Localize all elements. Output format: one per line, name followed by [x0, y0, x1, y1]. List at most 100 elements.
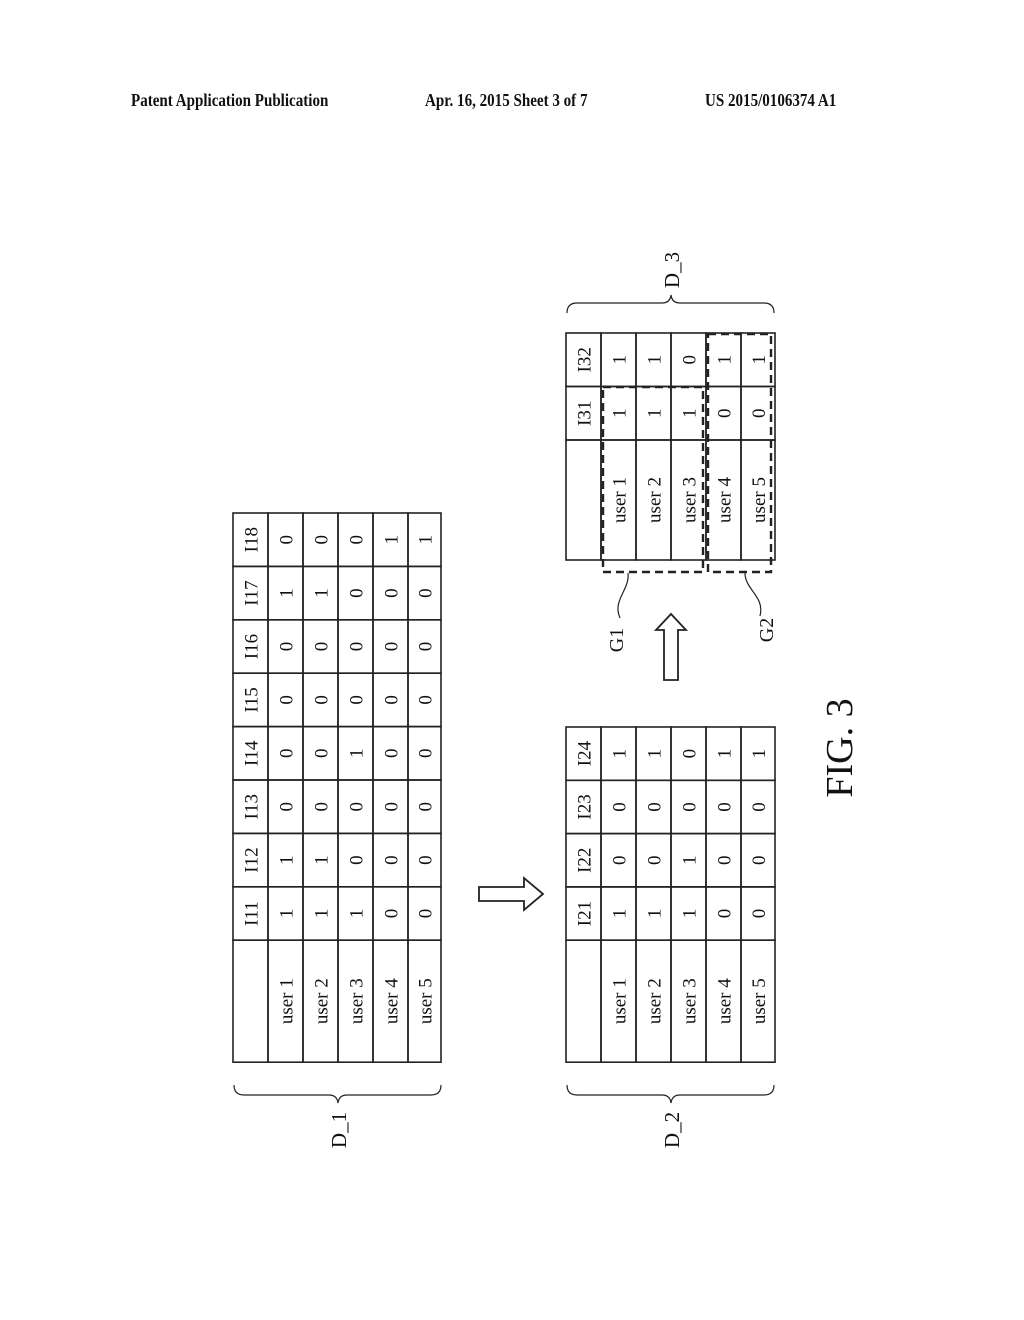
group-g2-label: G2: [756, 618, 778, 642]
cell-value: 0: [749, 909, 770, 919]
cell-value: 1: [645, 749, 666, 759]
row-header: user 2: [645, 477, 666, 523]
cell-value: 0: [277, 535, 298, 545]
cell-value: 1: [277, 588, 298, 598]
cell-value: 0: [347, 588, 368, 598]
brace-d2: [566, 1084, 775, 1104]
cell-value: 1: [645, 409, 666, 419]
cell-value: 0: [312, 749, 333, 759]
row-header: user 3: [347, 978, 368, 1024]
group-g2-box: [706, 332, 773, 574]
cell-value: 1: [610, 409, 631, 419]
cell-value: 0: [610, 802, 631, 812]
column-header: I18: [242, 527, 263, 552]
cell-value: 1: [749, 355, 770, 365]
row-header: user 2: [312, 978, 333, 1024]
row-header: user 4: [715, 477, 736, 523]
cell-value: 0: [749, 802, 770, 812]
cell-value: 0: [715, 856, 736, 866]
cell-value: 0: [749, 856, 770, 866]
column-header: I14: [242, 740, 263, 766]
row-header: user 1: [610, 477, 631, 523]
column-header: I13: [242, 794, 263, 819]
table-d2: I24 I23 I22 I21 1 0 0 1 user 1 1 0 0 1 user 2 0 0 1 1 user…: [565, 726, 776, 1064]
cell-value: 0: [277, 695, 298, 705]
cell-value: 0: [347, 535, 368, 545]
cell-value: 0: [382, 695, 403, 705]
cell-value: 0: [382, 855, 403, 865]
row-header: user 5: [749, 477, 770, 523]
arrow-right-icon: [478, 876, 545, 912]
cell-value: 0: [749, 409, 770, 419]
cell-value: 1: [277, 855, 298, 865]
column-header: I21: [575, 901, 596, 926]
cell-value: 1: [645, 355, 666, 365]
cell-value: 0: [416, 909, 437, 919]
column-header: I31: [575, 401, 596, 426]
cell-value: 0: [416, 695, 437, 705]
cell-value: 0: [416, 855, 437, 865]
column-header: I22: [575, 848, 596, 873]
cell-value: 0: [347, 802, 368, 812]
cell-value: 0: [416, 749, 437, 759]
cell-value: 1: [645, 909, 666, 919]
label-d2: D_2: [660, 1112, 684, 1148]
column-header: I12: [242, 847, 263, 872]
cell-value: 1: [312, 909, 333, 919]
arrow-up-icon: [653, 612, 689, 681]
row-header: user 4: [382, 978, 403, 1024]
cell-value: 0: [277, 642, 298, 652]
cell-value: 0: [416, 642, 437, 652]
cell-value: 1: [347, 749, 368, 759]
cell-value: 0: [416, 588, 437, 598]
cell-value: 0: [277, 749, 298, 759]
cell-value: 0: [382, 802, 403, 812]
cell-value: 0: [715, 802, 736, 812]
cell-value: 1: [277, 909, 298, 919]
cell-value: 1: [715, 355, 736, 365]
cell-value: 1: [416, 535, 437, 545]
cell-value: 0: [416, 802, 437, 812]
row-header: user 3: [680, 477, 701, 523]
cell-value: 0: [312, 802, 333, 812]
cell-value: 0: [715, 409, 736, 419]
cell-value: 0: [680, 749, 701, 759]
cell-value: 1: [610, 355, 631, 365]
column-header: I11: [242, 901, 263, 926]
cell-value: 0: [312, 535, 333, 545]
cell-value: 0: [277, 802, 298, 812]
row-header: user 4: [715, 978, 736, 1024]
cell-value: 1: [680, 909, 701, 919]
cell-value: 0: [382, 909, 403, 919]
cell-value: 0: [382, 588, 403, 598]
cell-value: 0: [312, 642, 333, 652]
cell-value: 1: [312, 588, 333, 598]
row-header: user 2: [645, 978, 666, 1024]
cell-value: 1: [749, 749, 770, 759]
cell-value: 1: [610, 749, 631, 759]
corner-cell: [232, 939, 269, 1064]
table-d1: I18 I17 I16 I15 I14 I13 I12 I11 0 1 0 0 0 0 1 1 user 1 0 1…: [232, 512, 442, 1064]
brace-d3: [566, 294, 775, 314]
column-header: I17: [242, 580, 263, 605]
column-header: I15: [242, 687, 263, 712]
cell-value: 0: [645, 856, 666, 866]
column-header: I23: [575, 794, 596, 819]
cell-value: 1: [382, 535, 403, 545]
cell-value: 0: [680, 355, 701, 365]
group-g1-label: G1: [606, 628, 628, 652]
cell-value: 1: [680, 856, 701, 866]
figure-3: I18 I17 I16 I15 I14 I13 I12 I11 0 1 0 0 0 0 1 1 user 1 0 1…: [232, 252, 861, 1148]
cell-value: 0: [312, 695, 333, 705]
cell-value: 0: [347, 642, 368, 652]
cell-value: 1: [680, 409, 701, 419]
column-header: I16: [242, 634, 263, 659]
figure-label: FIG. 3: [819, 698, 861, 797]
cell-value: 0: [645, 802, 666, 812]
cell-value: 0: [382, 749, 403, 759]
corner-cell: [565, 939, 602, 1064]
cell-value: 0: [680, 802, 701, 812]
table-d3: I32 I31 1 1 user 1 1 1 user 2 0 1 user 3 1 0 user 4 1 0…: [565, 332, 776, 561]
cell-value: 1: [715, 749, 736, 759]
label-d3: D_3: [660, 252, 684, 288]
